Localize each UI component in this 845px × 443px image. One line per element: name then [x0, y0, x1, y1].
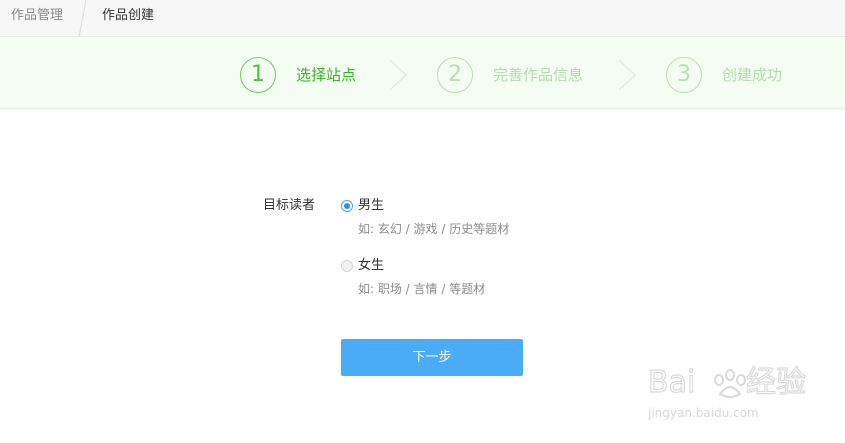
female-option-label[interactable]: 女生 [358, 258, 384, 274]
male-option-label[interactable]: 男生 [358, 198, 384, 214]
step-1-label: 选择站点 [296, 66, 357, 84]
male-radio[interactable] [341, 200, 353, 212]
step-2-label: 完善作品信息 [493, 66, 584, 84]
step-2-number: 2 [437, 57, 473, 93]
step-progress: 1 选择站点 2 完善作品信息 3 创建成功 [0, 37, 845, 109]
chevron-right-icon [389, 59, 407, 91]
breadcrumb-separator [78, 0, 87, 37]
step-1-number: 1 [240, 57, 276, 93]
step-3-number: 3 [666, 57, 702, 93]
watermark-url: jingyan.baidu.com [648, 406, 759, 420]
female-option-hint: 如: 职场 / 言情 / 等题材 [358, 282, 486, 296]
male-option-hint: 如: 玄幻 / 游戏 / 历史等题材 [358, 222, 510, 236]
next-step-button[interactable]: 下一步 [341, 339, 523, 376]
breadcrumb: 作品管理 作品创建 [0, 0, 845, 37]
target-reader-label: 目标读者 [263, 198, 316, 213]
step-3-label: 创建成功 [722, 66, 783, 84]
svg-text:Bai: Bai [648, 365, 695, 400]
baidu-paw-logo-icon: Bai 经验 [647, 364, 806, 400]
breadcrumb-item-works-management[interactable]: 作品管理 [11, 8, 63, 24]
baidu-jingyan-watermark: Bai 经验 jingyan.baidu.com [647, 358, 808, 428]
breadcrumb-item-works-create: 作品创建 [102, 8, 155, 23]
chevron-right-icon [618, 59, 636, 91]
svg-text:经验: 经验 [746, 365, 806, 400]
female-radio[interactable] [341, 260, 353, 272]
